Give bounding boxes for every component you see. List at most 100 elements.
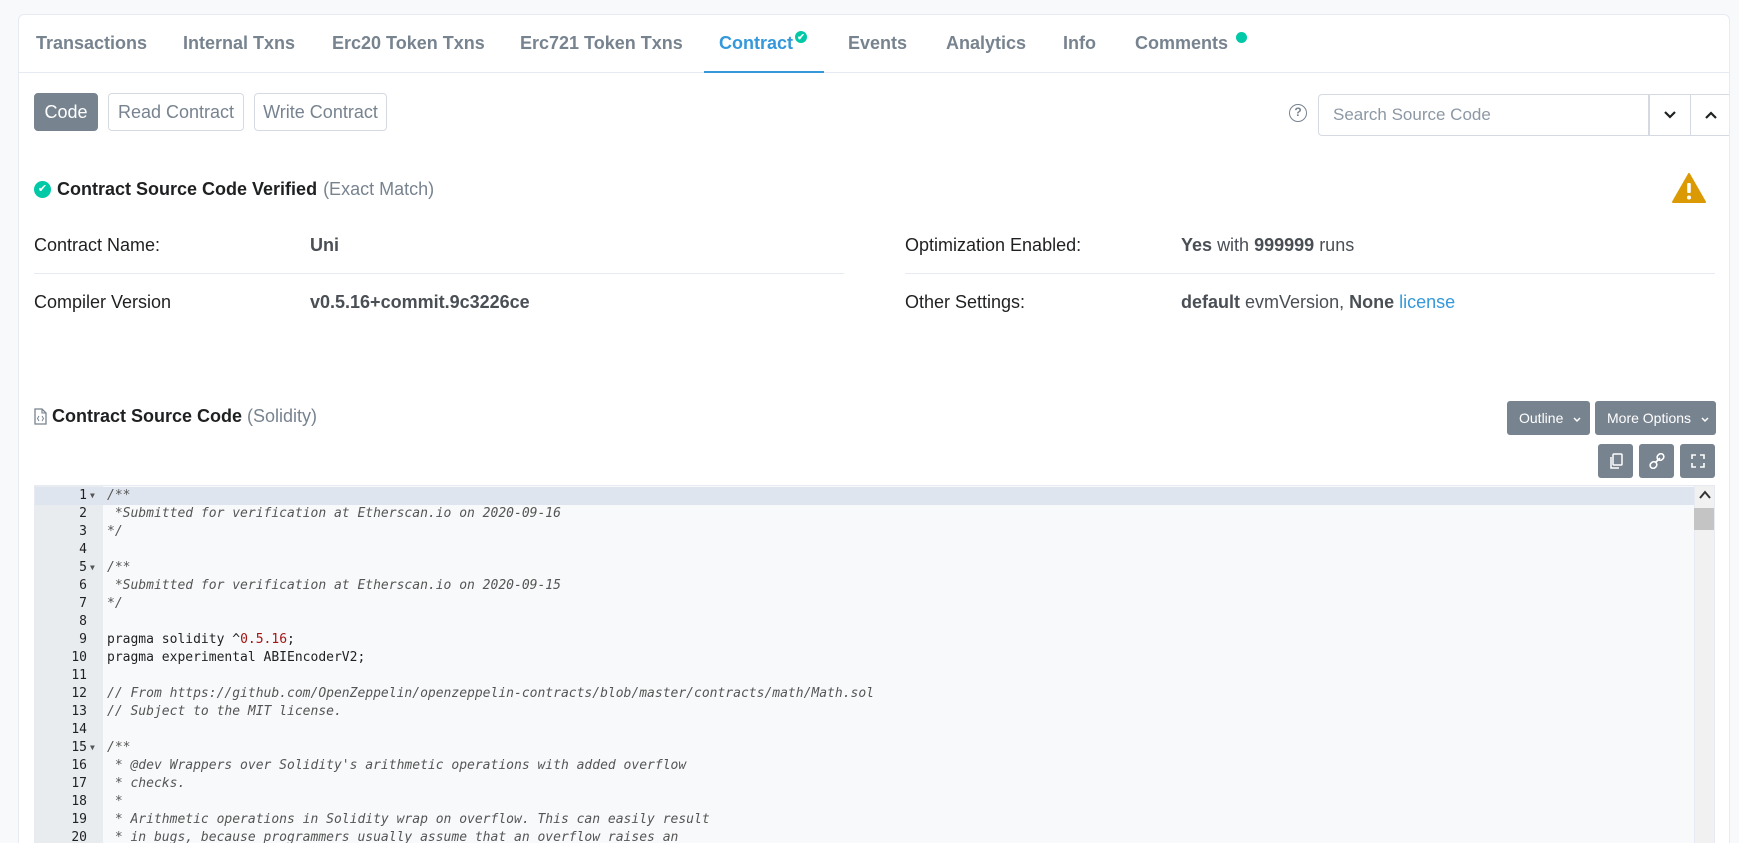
code-text: *Submitted for verification at Etherscan… — [107, 578, 561, 593]
line-number: 15 — [71, 740, 87, 755]
fold-arrow-icon[interactable]: ▼ — [90, 487, 95, 505]
tab-erc20-token-txns[interactable]: Erc20 Token Txns — [332, 15, 485, 73]
new-comments-dot-icon — [1236, 32, 1248, 43]
search-next-button[interactable] — [1649, 94, 1691, 136]
tab-comments[interactable]: Comments — [1135, 15, 1248, 73]
tab-contract-label: Contract — [719, 33, 794, 53]
code-text: * checks. — [107, 776, 186, 791]
line-number: 5 — [79, 560, 87, 575]
compiler-row: Compiler Version v0.5.16+commit.9c3226ce — [34, 273, 844, 331]
contract-card: Transactions Internal Txns Erc20 Token T… — [18, 14, 1730, 843]
code-line[interactable]: 17 * checks. — [35, 775, 1714, 793]
line-number: 4 — [79, 542, 87, 557]
copy-button[interactable] — [1598, 444, 1633, 478]
code-line[interactable]: 6 *Submitted for verification at Ethersc… — [35, 577, 1714, 595]
code-line[interactable]: 4 — [35, 541, 1714, 559]
outline-dropdown[interactable]: Outline — [1507, 401, 1590, 435]
line-number: 19 — [71, 812, 87, 827]
source-code-lang: (Solidity) — [247, 406, 318, 426]
line-number: 17 — [71, 776, 87, 791]
license-link[interactable]: license — [1399, 292, 1455, 312]
warning-icon[interactable] — [1672, 173, 1706, 208]
code-line[interactable]: 9 pragma solidity ^0.5.16; — [35, 631, 1714, 649]
verified-title: Contract Source Code Verified — [57, 179, 318, 199]
verified-note: (Exact Match) — [323, 179, 435, 199]
scrollbar-thumb[interactable] — [1694, 508, 1714, 530]
code-line[interactable]: 13 // Subject to the MIT license. — [35, 703, 1714, 721]
line-number: 3 — [79, 524, 87, 539]
code-text: *Submitted for verification at Etherscan… — [107, 506, 561, 521]
search-source-code-input[interactable] — [1318, 94, 1649, 136]
read-contract-button[interactable]: Read Contract — [108, 93, 244, 131]
scroll-up-icon[interactable] — [1695, 486, 1715, 504]
code-line[interactable]: 20 * in bugs, because programmers usuall… — [35, 829, 1714, 843]
code-line[interactable]: 8 — [35, 613, 1714, 631]
line-number: 2 — [79, 506, 87, 521]
code-line[interactable]: 10 pragma experimental ABIEncoderV2; — [35, 649, 1714, 667]
line-number: 13 — [71, 704, 87, 719]
code-editor[interactable]: 1 ▼/** 2 *Submitted for verification at Et… — [34, 485, 1715, 843]
more-options-dropdown[interactable]: More Options — [1595, 401, 1716, 435]
link-icon — [1648, 453, 1665, 469]
tab-internal-txns[interactable]: Internal Txns — [183, 15, 295, 73]
chevron-up-icon — [1705, 111, 1717, 119]
code-line[interactable]: 1 ▼ /** — [35, 487, 1714, 505]
code-text: /** — [107, 488, 131, 503]
tab-erc721-token-txns[interactable]: Erc721 Token Txns — [520, 15, 683, 73]
code-line[interactable]: 2 *Submitted for verification at Ethersc… — [35, 505, 1714, 523]
tab-bar: Transactions Internal Txns Erc20 Token T… — [19, 15, 1729, 73]
other-settings-label: Other Settings: — [905, 292, 1026, 312]
tab-analytics[interactable]: Analytics — [946, 15, 1026, 73]
more-options-label: More Options — [1607, 410, 1692, 426]
line-number: 12 — [71, 686, 87, 701]
fullscreen-button[interactable] — [1680, 444, 1715, 478]
line-number: 20 — [71, 830, 87, 843]
source-code-title: Contract Source Code — [52, 406, 243, 426]
fold-arrow-icon[interactable]: ▼ — [90, 559, 95, 577]
line-number: 10 — [71, 650, 87, 665]
line-number: 16 — [71, 758, 87, 773]
optimization-with: with — [1217, 235, 1250, 255]
optimization-runs: 999999 — [1254, 235, 1315, 255]
fold-arrow-icon[interactable]: ▼ — [90, 739, 95, 757]
tab-comments-label: Comments — [1135, 33, 1229, 53]
tab-events[interactable]: Events — [848, 15, 907, 73]
source-code-heading: Contract Source Code (Solidity) — [34, 406, 317, 427]
search-prev-button[interactable] — [1690, 94, 1729, 136]
link-button[interactable] — [1639, 444, 1674, 478]
write-contract-button[interactable]: Write Contract — [254, 93, 387, 131]
check-circle-icon: ✔ — [34, 181, 51, 198]
compiler-value: v0.5.16+commit.9c3226ce — [310, 292, 530, 312]
code-line[interactable]: 11 — [35, 667, 1714, 685]
other-settings-row: Other Settings: default evmVersion, None… — [905, 273, 1715, 331]
optimization-value: Yes with 999999 runs — [1181, 216, 1354, 274]
code-line[interactable]: 3 */ — [35, 523, 1714, 541]
code-text: */ — [107, 524, 123, 539]
tab-transactions[interactable]: Transactions — [36, 15, 147, 73]
evm-version-text: evmVersion, — [1245, 292, 1345, 312]
chevron-down-icon — [1701, 417, 1709, 423]
code-button[interactable]: Code — [34, 93, 98, 131]
tab-info[interactable]: Info — [1063, 15, 1096, 73]
code-line[interactable]: 14 — [35, 721, 1714, 739]
license-value: None — [1349, 292, 1395, 312]
code-line[interactable]: 12 // From https://github.com/OpenZeppeli… — [35, 685, 1714, 703]
code-line[interactable]: 16 * @dev Wrappers over Solidity's arith… — [35, 757, 1714, 775]
contract-name-value: Uni — [310, 235, 339, 255]
contract-name-label: Contract Name: — [34, 235, 161, 255]
vertical-scrollbar[interactable] — [1694, 486, 1714, 843]
code-line[interactable]: 5 ▼ /** — [35, 559, 1714, 577]
optimization-enabled: Yes — [1181, 235, 1213, 255]
tab-contract[interactable]: Contract ✔ — [704, 15, 824, 73]
code-text: pragma solidity ^0.5.16; — [107, 632, 295, 647]
evm-version-value: default — [1181, 292, 1241, 312]
code-line[interactable]: 19 * Arithmetic operations in Solidity w… — [35, 811, 1714, 829]
code-line[interactable]: 7 */ — [35, 595, 1714, 613]
other-settings-value: default evmVersion, None license — [1181, 273, 1455, 331]
chevron-down-icon — [1664, 111, 1676, 119]
code-text: /** — [107, 740, 131, 755]
code-line[interactable]: 18 * — [35, 793, 1714, 811]
help-icon[interactable]: ? — [1289, 104, 1307, 122]
verified-check-icon: ✔ — [795, 31, 808, 43]
code-line[interactable]: 15 ▼ /** — [35, 739, 1714, 757]
